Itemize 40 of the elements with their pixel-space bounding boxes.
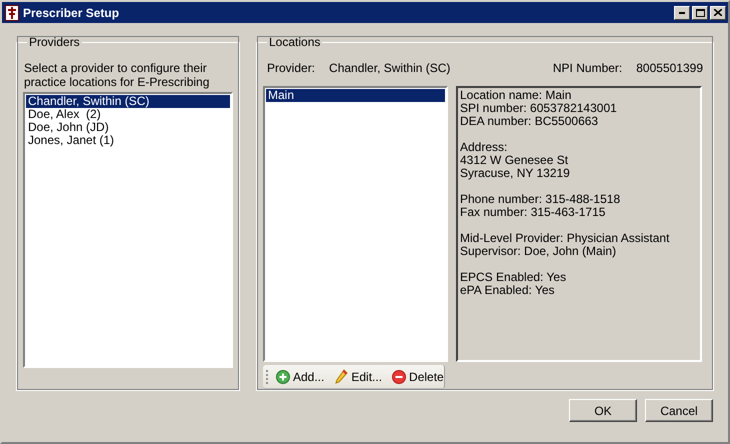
location-item[interactable]: Main — [266, 89, 445, 102]
detail-line: Syracuse, NY 13219 — [460, 167, 571, 180]
provider-label: Provider: — [267, 61, 316, 75]
detail-line: SPI number: 6053782143001 — [460, 102, 618, 115]
minimize-icon — [679, 12, 685, 14]
detail-line: Phone number: 315-488-1518 — [460, 193, 622, 206]
group-title: Providers — [28, 35, 81, 49]
group-title: Locations — [268, 35, 322, 49]
detail-line: Supervisor: Doe, John (Main) — [460, 245, 616, 258]
detail-line: Address: — [460, 141, 508, 154]
detail-line: EPCS Enabled: Yes — [460, 271, 568, 284]
pencil-icon — [334, 368, 348, 384]
close-icon — [714, 9, 722, 16]
minimize-button[interactable] — [674, 6, 690, 20]
cancel-button[interactable]: Cancel — [645, 399, 713, 422]
detail-line: ePA Enabled: Yes — [460, 284, 556, 297]
ok-button[interactable]: OK — [569, 399, 637, 422]
maximize-button[interactable] — [692, 6, 708, 20]
detail-line: 4312 W Genesee St — [460, 154, 570, 167]
detail-line: DEA number: BC5500663 — [460, 115, 600, 128]
instructions-text: Select a provider to configure their practice locations for E-Prescribing — [24, 61, 210, 89]
edit-button[interactable]: Edit... — [332, 366, 384, 386]
provider-item[interactable]: Jones, Janet (1) — [26, 134, 230, 147]
close-button[interactable] — [710, 6, 726, 20]
provider-item[interactable]: Doe, John (JD) — [26, 121, 230, 134]
maximize-icon — [696, 8, 704, 16]
minus-icon — [392, 370, 406, 384]
window-title: Prescriber Setup — [23, 6, 120, 20]
delete-button[interactable]: Delete — [390, 366, 446, 386]
app-icon — [5, 4, 19, 20]
provider-item[interactable]: Doe, Alex (2) — [26, 108, 230, 121]
npi-value: 8005501399 — [636, 61, 703, 75]
npi-label: NPI Number: — [552, 61, 622, 75]
detail-line: Fax number: 315-463-1715 — [460, 206, 606, 219]
detail-line: Location name: Main — [460, 89, 572, 102]
plus-icon — [276, 370, 290, 384]
provider-item[interactable]: Chandler, Swithin (SC) — [26, 95, 230, 108]
provider-value: Chandler, Swithin (SC) — [329, 61, 450, 75]
add-button[interactable]: Add... — [274, 366, 326, 386]
detail-line: Mid-Level Provider: Physician Assistant — [460, 232, 670, 245]
